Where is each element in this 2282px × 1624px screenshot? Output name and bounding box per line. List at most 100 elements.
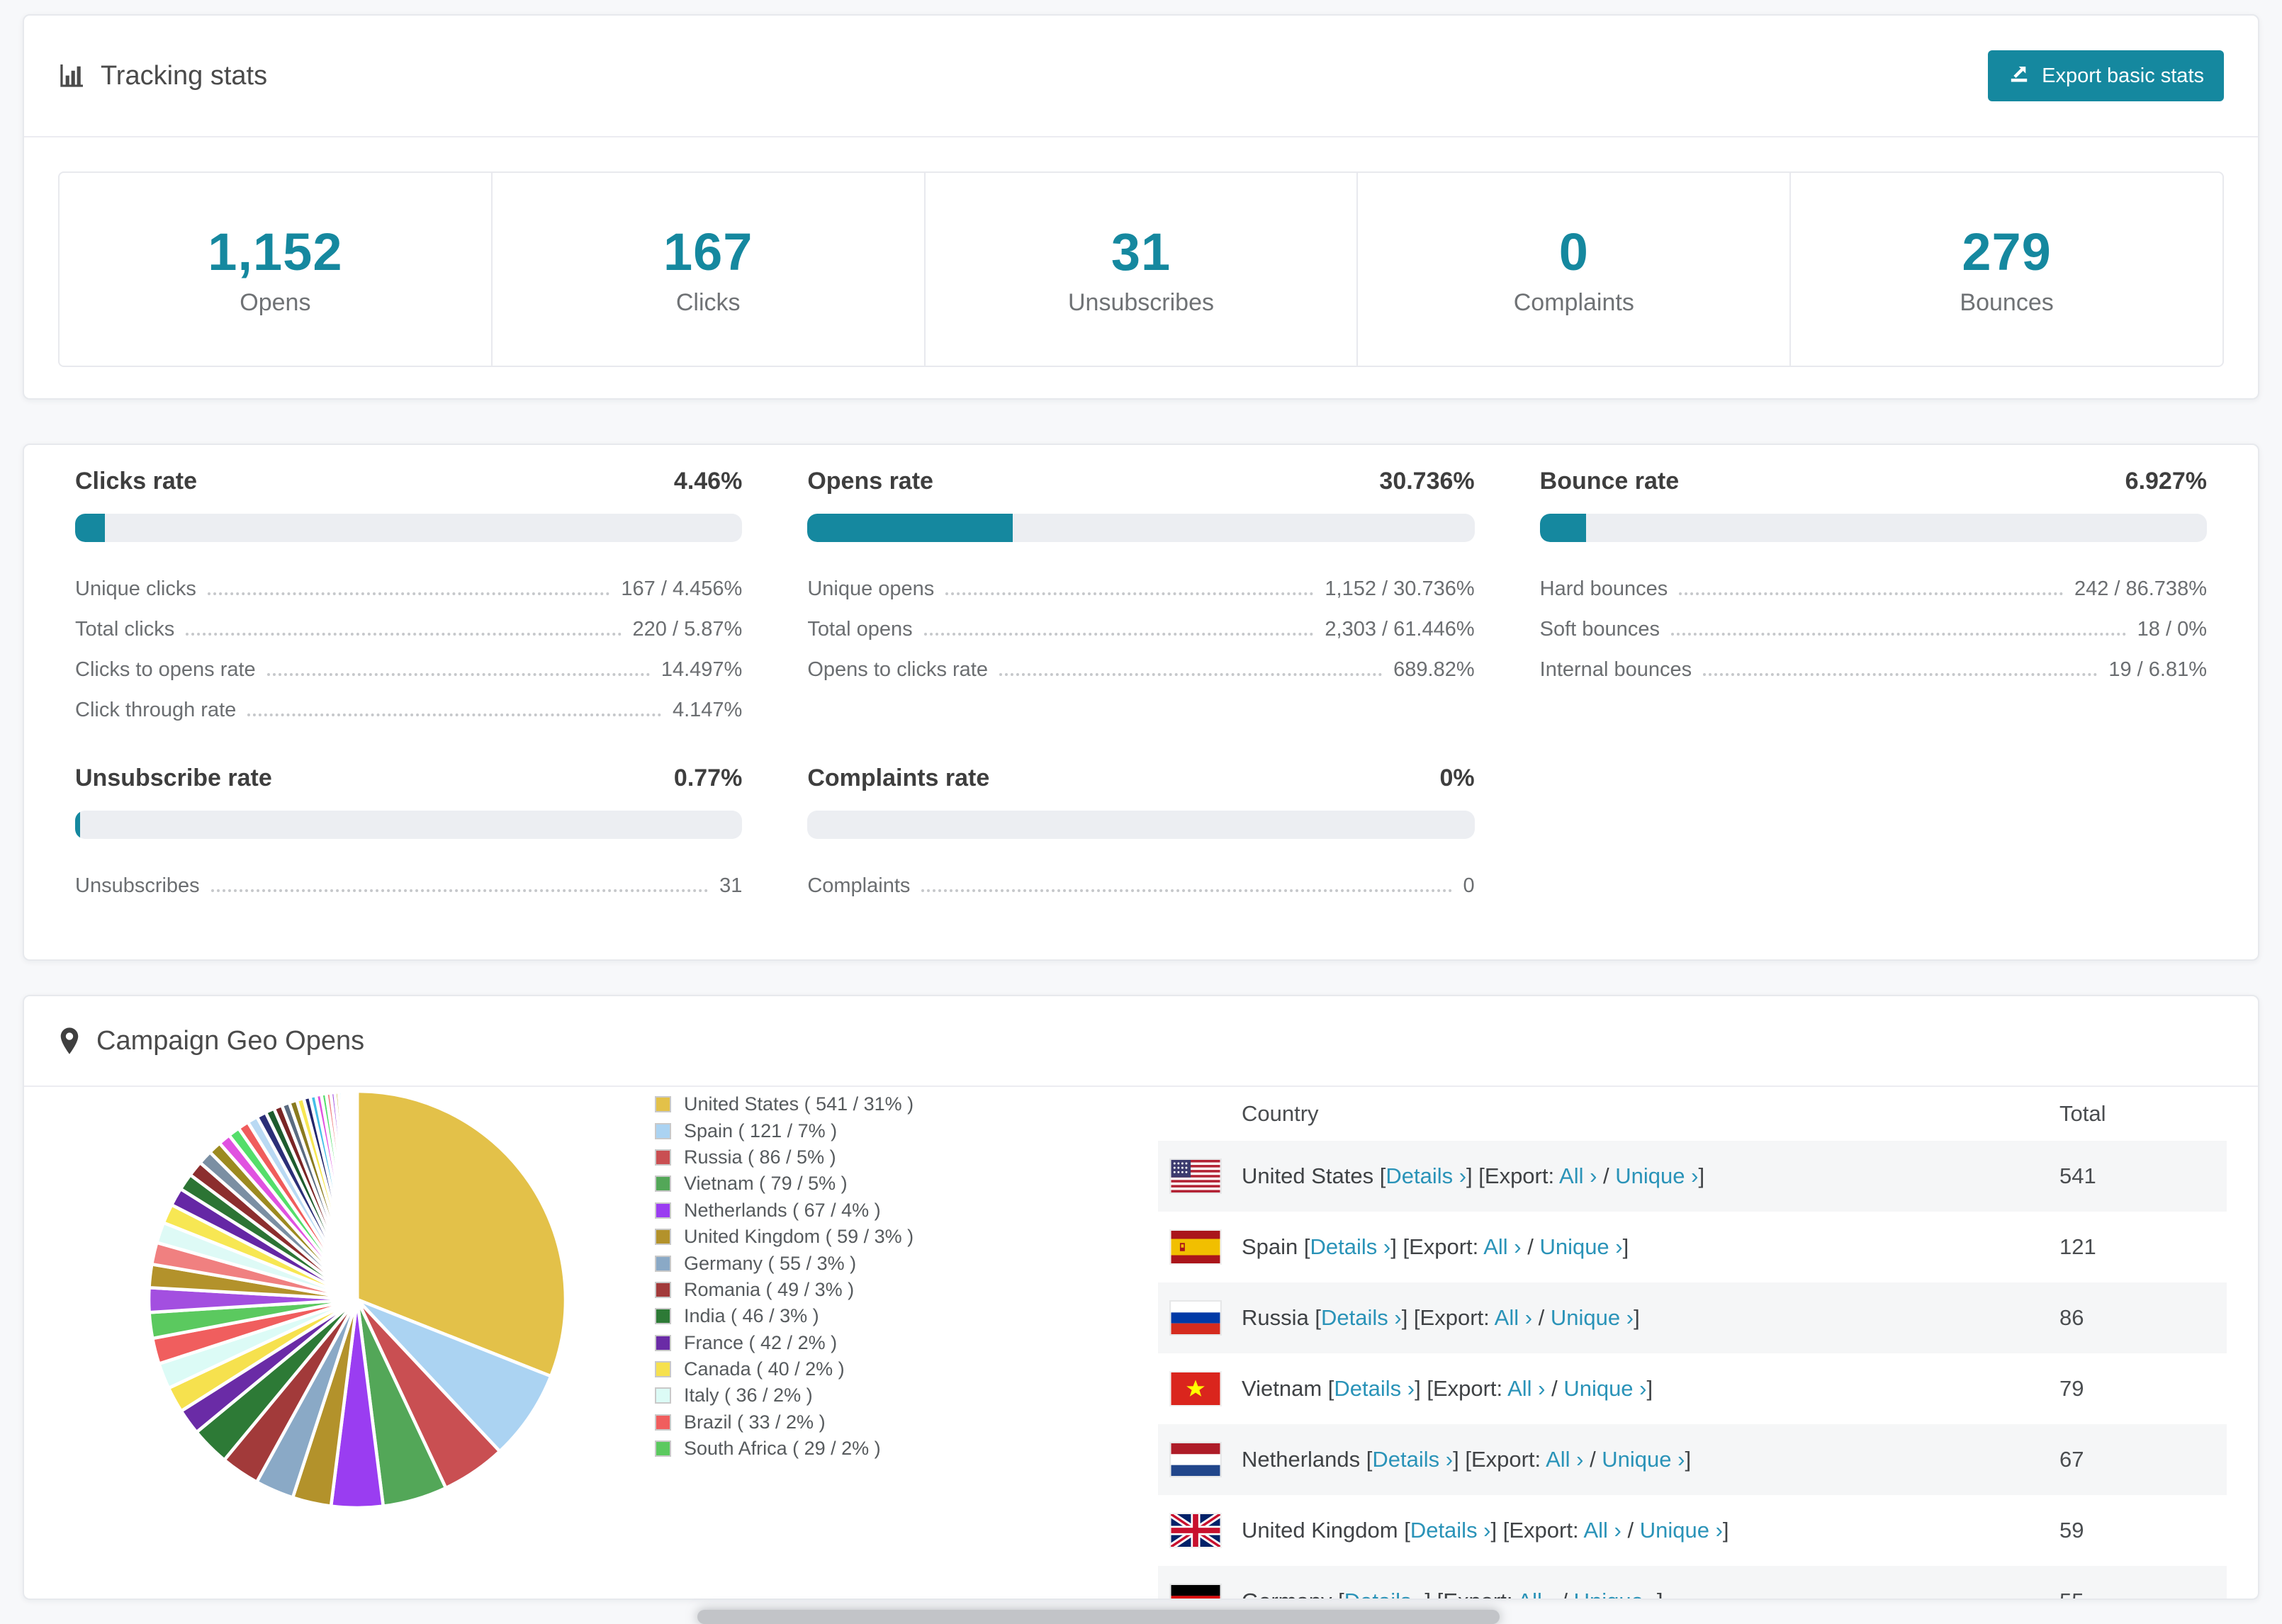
legend-swatch (655, 1308, 671, 1325)
legend-swatch (655, 1361, 671, 1378)
rate-stat-label: Total clicks (75, 618, 175, 641)
details-link[interactable]: Details › (1310, 1234, 1391, 1259)
details-link[interactable]: Details › (1334, 1376, 1415, 1401)
rate-stat-line: Internal bounces 19 / 6.81% (1540, 641, 2207, 682)
export-all-link[interactable]: All › (1559, 1163, 1597, 1188)
summary-stat-box: 31 Unsubscribes (926, 173, 1359, 366)
country-name: Vietnam (1242, 1376, 1322, 1401)
dotted-leader (247, 714, 661, 716)
summary-stat-value: 279 (1962, 222, 2052, 281)
country-name: Russia (1242, 1305, 1309, 1330)
rate-title: Complaints rate (807, 765, 990, 791)
legend-swatch (655, 1202, 671, 1219)
geo-table-header-country: Country (1242, 1101, 1319, 1126)
rate-title: Bounce rate (1539, 468, 1680, 495)
country-total: 55 (2059, 1589, 2227, 1598)
country-flag-icon (1171, 1160, 1220, 1192)
summary-stats-row: 1,152 Opens 167 Clicks 31 Unsubscribes 0… (58, 171, 2224, 367)
rate-stat-label: Unique opens (807, 577, 935, 600)
page: Tracking stats Export basic stats 1,152 … (0, 0, 2282, 1624)
country-total: 121 (2059, 1234, 2096, 1259)
legend-label: Canada ( 40 / 2% ) (684, 1358, 845, 1380)
country-name: Spain (1242, 1234, 1298, 1259)
rate-progress-bar (807, 514, 1475, 542)
geo-table-row: Netherlands [Details ›] [Export: All › /… (1158, 1424, 2227, 1495)
legend-label: South Africa ( 29 / 2% ) (684, 1438, 881, 1460)
rate-stat-line: Unique clicks 167 / 4.456% (75, 560, 742, 601)
summary-stat-box: 1,152 Opens (60, 173, 493, 366)
rate-stat-line: Unsubscribes 31 (75, 857, 742, 898)
details-link[interactable]: Details › (1372, 1447, 1453, 1472)
export-all-link[interactable]: All › (1495, 1305, 1532, 1330)
legend-item: Spain ( 121 / 7% ) (655, 1117, 914, 1144)
rate-progress-bar (75, 514, 743, 542)
geo-table: Country Total United States [Details ›] … (1158, 1087, 2227, 1598)
rate-stat-line: Clicks to opens rate 14.497% (75, 641, 742, 682)
details-link[interactable]: Details › (1410, 1518, 1491, 1543)
dotted-leader (999, 673, 1383, 676)
details-link[interactable]: Details › (1321, 1305, 1402, 1330)
rate-stat-value: 14.497% (661, 658, 743, 681)
rate-stat-label: Total opens (807, 618, 913, 641)
rate-stat-value: 19 / 6.81% (2108, 658, 2207, 681)
geo-header: Campaign Geo Opens (24, 996, 2258, 1087)
summary-stat-box: 167 Clicks (493, 173, 926, 366)
country-name: United Kingdom (1242, 1518, 1398, 1543)
rates-grid: Clicks rate 4.46% Unique clicks 167 / 4.… (24, 445, 2258, 920)
rate-stat-value: 167 / 4.456% (621, 577, 743, 600)
details-link[interactable]: Details › (1344, 1589, 1425, 1598)
dotted-leader (921, 889, 1452, 892)
export-all-link[interactable]: All › (1507, 1376, 1545, 1401)
tracking-stats-title: Tracking stats (58, 61, 267, 91)
export-all-link[interactable]: All › (1546, 1447, 1583, 1472)
export-unique-link[interactable]: Unique › (1615, 1163, 1698, 1188)
export-unique-link[interactable]: Unique › (1539, 1234, 1622, 1259)
summary-stat-value: 167 (663, 222, 753, 281)
country-flag-icon (1171, 1302, 1220, 1334)
rate-stat-label: Complaints (807, 874, 911, 897)
summary-stat-value: 0 (1558, 222, 1589, 281)
legend-item: Germany ( 55 / 3% ) (655, 1250, 914, 1276)
dotted-leader (1703, 673, 2098, 676)
summary-stat-label: Complaints (1513, 289, 1634, 316)
tracking-stats-title-text: Tracking stats (101, 60, 268, 91)
rate-section: Opens rate 30.736% Unique opens 1,152 / … (807, 468, 1475, 722)
export-unique-link[interactable]: Unique › (1563, 1376, 1646, 1401)
geo-table-row: Germany [Details ›] [Export: All › / Uni… (1158, 1566, 2227, 1598)
rates-card: Clicks rate 4.46% Unique clicks 167 / 4.… (23, 444, 2259, 961)
rate-stat-value: 18 / 0% (2137, 618, 2207, 641)
legend-item: United States ( 541 / 31% ) (655, 1091, 914, 1117)
legend-label: Vietnam ( 79 / 5% ) (684, 1173, 848, 1195)
export-unique-link[interactable]: Unique › (1551, 1305, 1634, 1330)
rate-progress-bar (75, 811, 743, 839)
rate-value: 6.927% (2125, 468, 2207, 495)
legend-label: Germany ( 55 / 3% ) (684, 1252, 857, 1274)
geo-table-row: United States [Details ›] [Export: All ›… (1158, 1141, 2227, 1212)
rate-stat-line: Hard bounces 242 / 86.738% (1540, 560, 2207, 601)
legend-swatch (655, 1255, 671, 1272)
summary-stat-value: 31 (1111, 222, 1171, 281)
export-all-link[interactable]: All › (1517, 1589, 1555, 1598)
geo-content: United States ( 541 / 31% ) Spain ( 121 … (24, 1087, 2258, 1598)
rate-stat-value: 220 / 5.87% (632, 618, 743, 641)
geo-table-header: Country Total (1158, 1087, 2227, 1141)
export-all-link[interactable]: All › (1483, 1234, 1521, 1259)
legend-swatch (655, 1414, 671, 1431)
summary-stat-label: Opens (240, 289, 311, 316)
geo-table-row: United Kingdom [Details ›] [Export: All … (1158, 1495, 2227, 1566)
rate-stat-line: Soft bounces 18 / 0% (1540, 601, 2207, 641)
horizontal-scrollbar-thumb[interactable] (697, 1610, 1500, 1624)
rate-progress-bar (807, 811, 1475, 839)
export-all-link[interactable]: All › (1583, 1518, 1621, 1543)
legend-label: Italy ( 36 / 2% ) (684, 1385, 813, 1406)
legend-swatch (655, 1281, 671, 1298)
dotted-leader (1679, 592, 2063, 595)
details-link[interactable]: Details › (1386, 1163, 1466, 1188)
export-unique-link[interactable]: Unique › (1640, 1518, 1723, 1543)
export-unique-link[interactable]: Unique › (1574, 1589, 1657, 1598)
export-basic-stats-button[interactable]: Export basic stats (1988, 50, 2224, 101)
rate-stat-label: Internal bounces (1539, 658, 1692, 681)
legend-swatch (655, 1122, 671, 1139)
export-unique-link[interactable]: Unique › (1602, 1447, 1685, 1472)
dotted-leader (210, 889, 709, 892)
